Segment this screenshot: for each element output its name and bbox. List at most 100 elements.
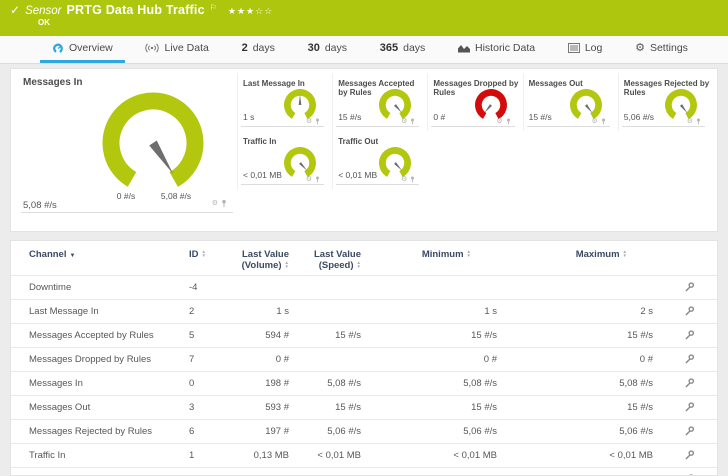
tab-label: days [325,42,347,54]
tab-settings[interactable]: ⚙ Settings [623,36,700,63]
gear-icon[interactable]: ⚙ [592,118,598,125]
last-value-speed: 5,06 #/s [289,420,361,444]
gauge-cell-traffic-in[interactable]: Traffic In < 0,01 MB ⚙ [237,131,332,189]
edit-channel-icon[interactable] [684,425,695,436]
edit-channel-icon[interactable] [684,401,695,412]
gear-icon[interactable]: ⚙ [496,118,502,125]
sort-desc-icon[interactable]: ▼ [69,253,75,259]
last-value-speed: 5,08 #/s [289,372,361,396]
gauge-needle [299,95,302,105]
pin-icon[interactable] [410,118,415,125]
channel-name: Downtime [11,276,189,300]
priority-stars[interactable]: ★★★☆☆ [228,6,273,17]
tab-historic-data[interactable]: Historic Data [446,36,547,63]
pin-icon[interactable] [315,118,320,125]
gauge-cell-traffic-out[interactable]: Traffic Out < 0,01 MB ⚙ [332,131,427,189]
edit-channel-icon[interactable] [684,305,695,316]
column-header-maximum[interactable]: Maximum▲▼ [507,241,659,276]
last-value-volume: 197 # [231,420,289,444]
pin-icon[interactable] [315,176,320,183]
last-value-volume: 1 s [231,300,289,324]
channel-name: Last Message In [11,300,189,324]
gear-icon[interactable]: ⚙ [401,176,407,183]
mini-gauge-grid: Last Message In 1 s ⚙ Messages Ac [237,69,717,231]
sort-icon[interactable]: ▲▼ [285,261,289,269]
edit-channel-icon[interactable] [684,329,695,340]
edit-channel-icon[interactable] [684,473,695,476]
gauge-cell-messages-dropped[interactable]: Messages Dropped by Rules 0 # ⚙ [427,73,522,131]
channel-id: 0 [189,372,231,396]
tab-30-days[interactable]: 30 days [296,36,359,63]
divider [431,126,514,127]
channel-name: Messages Dropped by Rules [11,348,189,372]
channel-row[interactable]: Messages Dropped by Rules 7 0 # 0 # 0 # [11,348,718,372]
channel-row[interactable]: Messages Accepted by Rules 5 594 # 15 #/… [11,324,718,348]
last-value-volume: 198 # [231,372,289,396]
pin-icon[interactable] [506,118,511,125]
edit-channel-icon[interactable] [684,281,695,292]
edit-channel-icon[interactable] [684,377,695,388]
channel-row[interactable]: Traffic Out 4 0,39 MB < 0,01 MB < 0,01 M… [11,468,718,476]
gauge-cell-messages-out[interactable]: Messages Out 15 #/s ⚙ [523,73,618,131]
tab-365-days[interactable]: 365 days [368,36,438,63]
maximum-value: 5,06 #/s [507,420,659,444]
channel-name: Traffic Out [11,468,189,476]
channel-name: Traffic In [11,444,189,468]
divider [241,126,324,127]
gauge-cell-messages-rejected[interactable]: Messages Rejected by Rules 5,06 #/s ⚙ [618,73,713,131]
sort-icon[interactable]: ▲▼ [623,250,627,258]
flag-icon: ⚐ [210,3,217,12]
divider [21,212,233,213]
channel-row[interactable]: Downtime -4 [11,276,718,300]
column-header-minimum[interactable]: Minimum▲▼ [361,241,507,276]
gauge-value: 5,08 #/s [23,200,57,211]
channel-row[interactable]: Traffic In 1 0,13 MB < 0,01 MB < 0,01 MB… [11,444,718,468]
maximum-value: 5,08 #/s [507,372,659,396]
gauge-cell-last-message-in[interactable]: Last Message In 1 s ⚙ [237,73,332,131]
sort-icon[interactable]: ▲▼ [357,261,361,269]
channel-row[interactable]: Messages Rejected by Rules 6 197 # 5,06 … [11,420,718,444]
tab-2-days[interactable]: 2 days [230,36,287,63]
channel-id: 2 [189,300,231,324]
column-header-last-value-speed[interactable]: Last Value (Speed)▲▼ [289,241,361,276]
gear-icon[interactable]: ⚙ [401,118,407,125]
gauge-value: < 0,01 MB [338,170,377,180]
channel-row[interactable]: Last Message In 2 1 s 1 s 2 s [11,300,718,324]
divider [622,126,705,127]
channel-row[interactable]: Messages Out 3 593 # 15 #/s 15 #/s 15 #/… [11,396,718,420]
pin-icon[interactable] [221,199,227,208]
pin-icon[interactable] [410,176,415,183]
minimum-value: 5,06 #/s [361,420,507,444]
gauge-needle [394,162,403,171]
sort-icon[interactable]: ▲▼ [467,250,471,258]
channel-table-panel: Channel▼ ID▲▼ Last Value (Volume)▲▼ Last… [10,240,718,476]
edit-channel-icon[interactable] [684,353,695,364]
pin-icon[interactable] [601,118,606,125]
gauge-scale-min: 0 #/s [106,191,146,201]
gauge-cell-messages-in[interactable]: Messages In 0 #/s 5,08 #/s 5,08 #/s ⚙ [11,69,237,231]
last-value-speed: 15 #/s [289,396,361,420]
channel-id: 4 [189,468,231,476]
column-header-channel[interactable]: Channel▼ [11,241,189,276]
edit-channel-icon[interactable] [684,449,695,460]
gauge-scale-max: 5,08 #/s [148,191,204,201]
divider [241,184,324,185]
channel-id: 3 [189,396,231,420]
channel-id: 1 [189,444,231,468]
last-value-speed [289,300,361,324]
column-header-id[interactable]: ID▲▼ [189,241,231,276]
object-type-label: Sensor [25,5,61,17]
gear-icon[interactable]: ⚙ [306,176,312,183]
gear-icon[interactable]: ⚙ [687,118,693,125]
tab-log[interactable]: Log [556,36,615,63]
sort-icon[interactable]: ▲▼ [202,250,206,258]
pin-icon[interactable] [696,118,701,125]
channel-row[interactable]: Messages In 0 198 # 5,08 #/s 5,08 #/s 5,… [11,372,718,396]
table-header-row: Channel▼ ID▲▼ Last Value (Volume)▲▼ Last… [11,241,718,276]
column-header-last-value-volume[interactable]: Last Value (Volume)▲▼ [231,241,289,276]
gauge-cell-messages-accepted[interactable]: Messages Accepted by Rules 15 #/s ⚙ [332,73,427,131]
tab-overview[interactable]: Overview [40,36,125,63]
gear-icon[interactable]: ⚙ [306,118,312,125]
tab-live-data[interactable]: Live Data [133,36,220,63]
gear-icon[interactable]: ⚙ [212,200,218,207]
